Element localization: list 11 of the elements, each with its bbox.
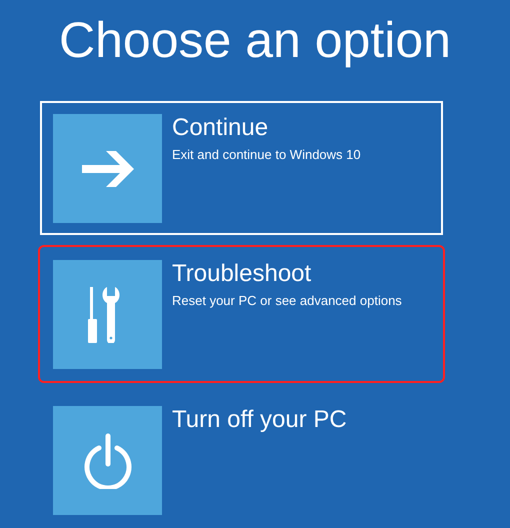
power-icon	[82, 432, 132, 488]
option-button[interactable]: Troubleshoot Reset your PC or see advanced options	[40, 247, 443, 381]
option-button[interactable]: Turn off your PC	[40, 393, 443, 527]
screen-title: Choose an option	[59, 11, 451, 70]
option-title: Continue	[172, 114, 270, 142]
option-title: Turn off your PC	[172, 406, 347, 434]
option-button[interactable]: Continue Exit and continue to Windows 10	[40, 101, 443, 235]
arrow-icon	[82, 148, 134, 188]
option-description: Exit and continue to Windows 10	[172, 146, 361, 164]
option-title: Troubleshoot	[172, 260, 312, 288]
option-description: Reset your PC or see advanced options	[172, 292, 402, 310]
